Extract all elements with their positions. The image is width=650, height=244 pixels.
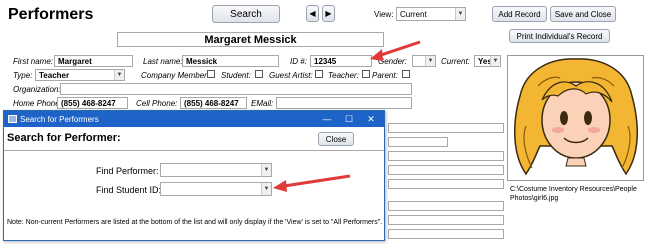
last-name-field[interactable]: Messick xyxy=(182,55,279,67)
student-label: Student: xyxy=(221,71,251,80)
annotation-arrow xyxy=(273,174,351,192)
organization-label: Organization: xyxy=(13,85,61,94)
email-label: EMail: xyxy=(251,99,274,108)
form-field[interactable] xyxy=(388,201,504,211)
id-field[interactable]: 12345 xyxy=(310,55,372,67)
email-field[interactable] xyxy=(276,97,412,109)
find-student-id-select[interactable]: ▼ xyxy=(160,182,272,196)
dialog-heading: Search for Performer: xyxy=(7,132,121,144)
dialog-close-button[interactable]: Close xyxy=(318,132,354,146)
view-select[interactable]: Current ▼ xyxy=(396,7,466,21)
teacher-checkbox[interactable] xyxy=(362,70,370,78)
guest-artist-checkbox[interactable] xyxy=(315,70,323,78)
form-field[interactable] xyxy=(388,165,504,175)
window-icon xyxy=(8,115,17,123)
organization-field[interactable] xyxy=(60,83,412,95)
print-record-button[interactable]: Print Individual's Record xyxy=(509,29,610,43)
photo-path-label: C:\Costume Inventory Resources\People Ph… xyxy=(510,186,637,202)
form-field[interactable] xyxy=(388,123,504,133)
chevron-down-icon: ▼ xyxy=(114,70,124,80)
company-member-label: Company Member: xyxy=(141,71,210,80)
dialog-note: Note: Non-current Performers are listed … xyxy=(7,219,383,226)
dialog-title: Search for Performers xyxy=(20,114,99,124)
view-select-value: Current xyxy=(400,9,427,19)
form-title: Performers xyxy=(8,6,94,23)
parent-checkbox[interactable] xyxy=(402,70,410,78)
search-button[interactable]: Search xyxy=(212,5,280,23)
close-icon[interactable]: ✕ xyxy=(360,111,382,127)
company-member-checkbox[interactable] xyxy=(207,70,215,78)
current-label: Current: xyxy=(441,57,470,66)
cartoon-girl-illustration xyxy=(514,58,638,176)
find-performer-select[interactable]: ▼ xyxy=(160,163,272,177)
find-performer-label: Find Performer: xyxy=(96,166,159,176)
dialog-divider xyxy=(4,150,384,151)
add-record-button[interactable]: Add Record xyxy=(492,6,547,22)
last-name-label: Last name: xyxy=(143,57,183,66)
save-and-close-button[interactable]: Save and Close xyxy=(550,6,616,22)
cell-phone-field[interactable]: (855) 468-8247 xyxy=(180,97,247,109)
first-name-field[interactable]: Margaret xyxy=(54,55,133,67)
cell-phone-label: Cell Phone: xyxy=(136,99,178,108)
next-record-button[interactable]: ▶ xyxy=(322,5,335,22)
performer-photo xyxy=(507,55,644,181)
home-phone-field[interactable]: (855) 468-8247 xyxy=(57,97,128,109)
chevron-down-icon: ▼ xyxy=(425,56,435,66)
form-field[interactable] xyxy=(388,151,504,161)
form-field[interactable] xyxy=(388,137,448,147)
first-name-label: First name: xyxy=(13,57,54,66)
current-select[interactable]: Yes ▼ xyxy=(474,55,501,67)
form-field[interactable] xyxy=(388,215,504,225)
find-student-id-label: Find Student ID: xyxy=(96,185,162,195)
type-select[interactable]: Teacher ▼ xyxy=(35,69,125,81)
minimize-icon[interactable]: — xyxy=(316,111,338,127)
type-select-value: Teacher xyxy=(39,70,70,80)
form-field[interactable] xyxy=(388,179,504,189)
teacher-label: Teacher: xyxy=(328,71,359,80)
annotation-arrow xyxy=(370,40,421,61)
student-checkbox[interactable] xyxy=(255,70,263,78)
id-label: ID #: xyxy=(290,57,307,66)
view-label: View: xyxy=(374,10,394,19)
form-field[interactable] xyxy=(388,229,504,239)
home-phone-label: Home Phone: xyxy=(13,99,62,108)
type-label: Type: xyxy=(13,71,33,80)
name-banner: Margaret Messick xyxy=(117,32,384,47)
parent-label: Parent: xyxy=(372,71,398,80)
chevron-down-icon: ▼ xyxy=(455,8,465,20)
guest-artist-label: Guest Artist: xyxy=(269,71,313,80)
chevron-down-icon: ▼ xyxy=(490,56,500,66)
previous-record-button[interactable]: ◀ xyxy=(306,5,319,22)
maximize-icon[interactable]: ☐ xyxy=(338,111,360,127)
